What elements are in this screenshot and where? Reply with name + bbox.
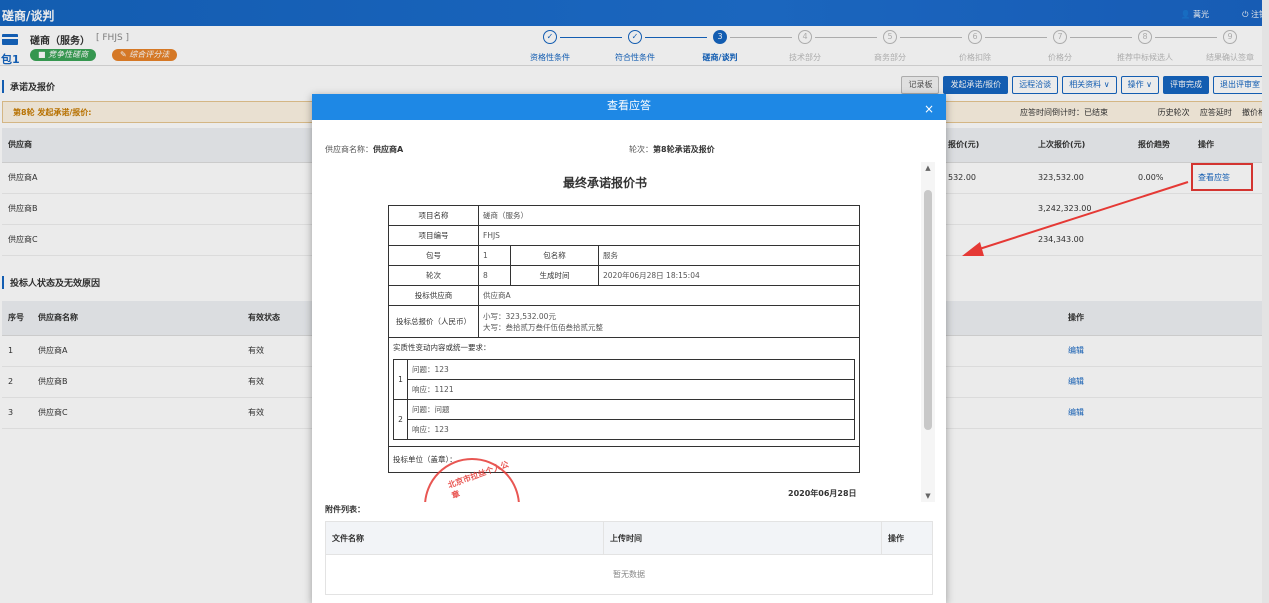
- supplier-info: 供应商名称：供应商A: [325, 145, 404, 154]
- qa-table: 1 问题：123 响应：1121 2 问题：问题 响应：123: [393, 359, 855, 440]
- attachment-table: 文件名称 上传时间 操作 暂无数据: [325, 521, 933, 595]
- document-date: 2020年06月28日: [788, 489, 857, 498]
- view-answer-modal: 查看应答 × 供应商名称：供应商A 轮次：第8轮承诺及报价 最终承诺报价书 项目…: [312, 94, 946, 603]
- close-icon[interactable]: ×: [922, 102, 936, 116]
- document-viewer: 最终承诺报价书 项目名称 磋商（服务） 项目编号 FHJS 包号 1 包名称 服…: [388, 162, 936, 502]
- modal-header: 查看应答 ×: [312, 94, 946, 120]
- attachment-title: 附件列表：: [325, 505, 365, 514]
- scroll-up-icon[interactable]: ▲: [923, 164, 933, 172]
- scroll-down-icon[interactable]: ▼: [923, 492, 933, 500]
- document-scrollbar[interactable]: ▲ ▼: [921, 162, 935, 502]
- annotation-arrow: [962, 181, 1189, 256]
- quote-document-table: 项目名称 磋商（服务） 项目编号 FHJS 包号 1 包名称 服务 轮次 8 生…: [388, 205, 860, 473]
- document-title: 最终承诺报价书: [563, 176, 648, 190]
- scroll-thumb[interactable]: [924, 190, 932, 430]
- empty-state: 暂无数据: [325, 554, 933, 595]
- round-info: 轮次：第8轮承诺及报价: [629, 145, 715, 154]
- modal-title: 查看应答: [607, 99, 651, 112]
